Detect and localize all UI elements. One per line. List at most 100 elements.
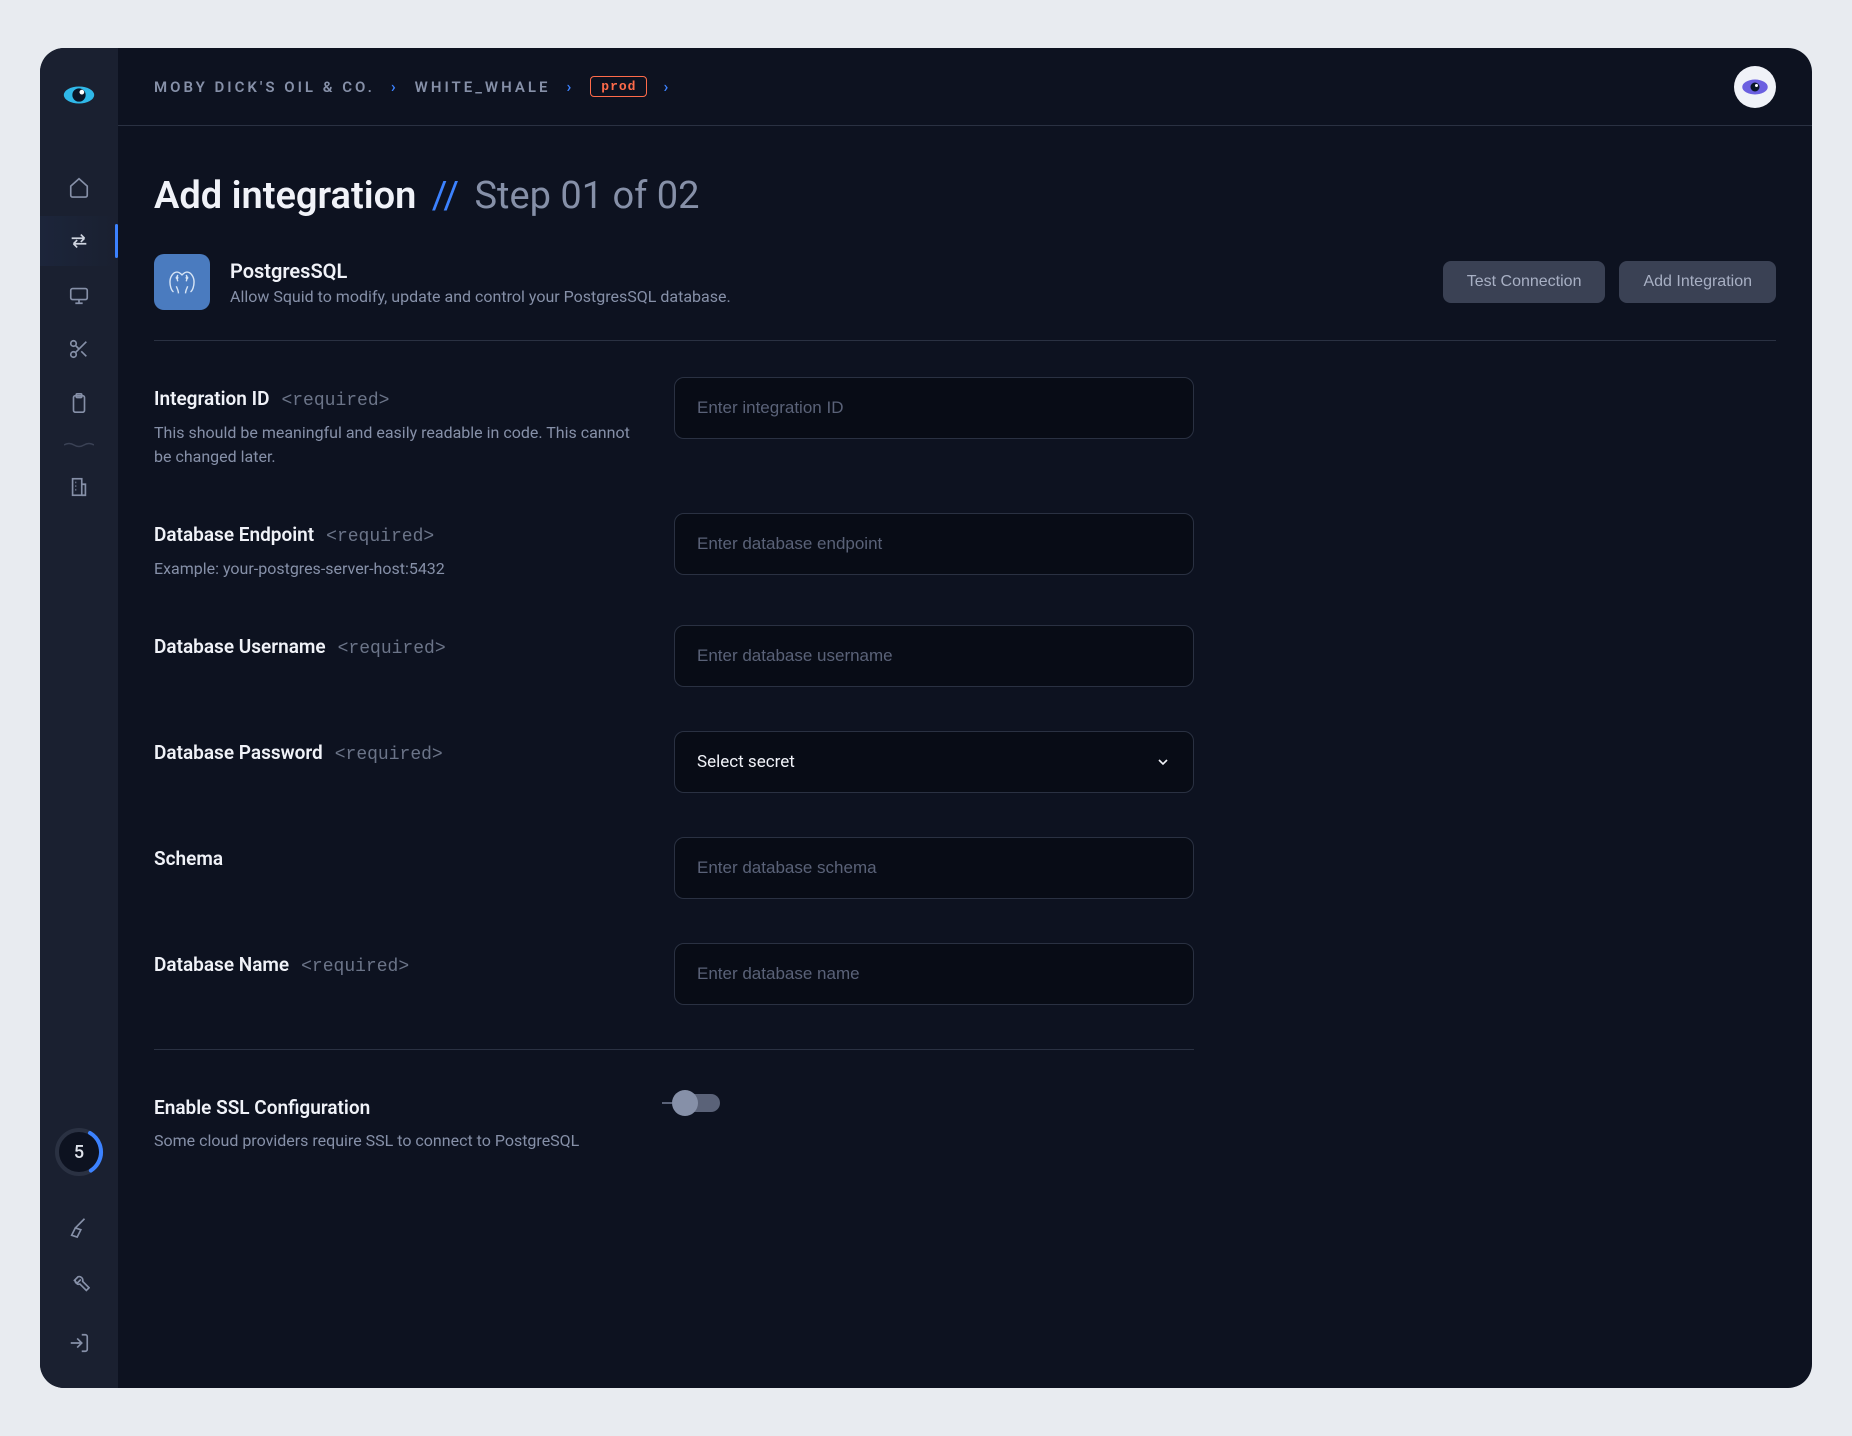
building-icon: [68, 476, 90, 498]
test-connection-button[interactable]: Test Connection: [1443, 261, 1606, 303]
chevron-right-icon: ›: [566, 77, 574, 96]
chevron-right-icon: ›: [663, 77, 671, 96]
input-col: Select secret: [674, 731, 1194, 793]
chevron-right-icon: ›: [391, 77, 399, 96]
integration-title: PostgresSQL: [230, 259, 731, 283]
login-icon: [68, 1332, 90, 1354]
row-password: Database Password <required> Select secr…: [154, 731, 1194, 793]
integration-description: Allow Squid to modify, update and contro…: [230, 287, 731, 306]
nav-settings[interactable]: [40, 1260, 118, 1310]
sidebar-divider: [64, 442, 94, 448]
avatar[interactable]: [1734, 66, 1776, 108]
postgres-icon: [154, 254, 210, 310]
endpoint-label: Database Endpoint: [154, 523, 314, 546]
content: Add integration // Step 01 of 02: [118, 126, 1812, 1388]
page-step: Step 01 of 02: [474, 174, 699, 218]
main: MOBY DICK'S OIL & CO. › WHITE_WHALE › pr…: [118, 48, 1812, 1388]
title-separator: //: [432, 174, 459, 218]
page-title-text: Add integration: [154, 174, 416, 218]
row-ssl: Enable SSL Configuration Some cloud prov…: [154, 1049, 1194, 1153]
integration-meta: PostgresSQL Allow Squid to modify, updat…: [230, 259, 731, 306]
integration-id-label: Integration ID: [154, 387, 269, 410]
input-col: [674, 943, 1194, 1005]
progress-ring-icon: [54, 1127, 104, 1177]
label-col: Schema: [154, 837, 634, 870]
nav-items: [40, 162, 118, 512]
required-tag: <required>: [335, 745, 443, 765]
nav-clipboard[interactable]: [40, 378, 118, 428]
username-input[interactable]: [674, 625, 1194, 687]
integration-header-left: PostgresSQL Allow Squid to modify, updat…: [154, 254, 731, 310]
input-col: [674, 513, 1194, 575]
nav-display[interactable]: [40, 270, 118, 320]
input-col: [674, 377, 1194, 439]
elephant-icon: [165, 265, 199, 299]
row-endpoint: Database Endpoint <required> Example: yo…: [154, 513, 1194, 581]
input-col: [674, 625, 1194, 687]
required-tag: <required>: [281, 391, 389, 411]
sidebar: 5: [40, 48, 118, 1388]
monitor-icon: [68, 284, 90, 306]
required-tag: <required>: [301, 957, 409, 977]
label-col: Database Password <required>: [154, 731, 634, 765]
tool-icon: [68, 1274, 90, 1296]
clipboard-icon: [68, 392, 90, 414]
label-col: Database Name <required>: [154, 943, 634, 977]
avatar-eye-icon: [1740, 77, 1770, 97]
required-tag: <required>: [326, 527, 434, 547]
nav-logout[interactable]: [40, 1318, 118, 1368]
label-col: Database Username <required>: [154, 625, 634, 659]
nav-building[interactable]: [40, 462, 118, 512]
row-schema: Schema: [154, 837, 1194, 899]
row-integration-id: Integration ID <required> This should be…: [154, 377, 1194, 469]
notification-badge[interactable]: 5: [57, 1130, 101, 1174]
ssl-label: Enable SSL Configuration: [154, 1096, 370, 1119]
toggle-off-indicator: [662, 1102, 672, 1104]
nav-clean[interactable]: [40, 1202, 118, 1252]
ssl-help: Some cloud providers require SSL to conn…: [154, 1129, 634, 1153]
breadcrumb-env[interactable]: prod: [590, 76, 647, 97]
endpoint-input[interactable]: [674, 513, 1194, 575]
row-username: Database Username <required>: [154, 625, 1194, 687]
page-title: Add integration // Step 01 of 02: [154, 174, 1776, 218]
nav-cut[interactable]: [40, 324, 118, 374]
label-col: Enable SSL Configuration Some cloud prov…: [154, 1086, 634, 1153]
scissors-icon: [68, 338, 90, 360]
breadcrumb: MOBY DICK'S OIL & CO. › WHITE_WHALE › pr…: [154, 76, 671, 97]
password-select[interactable]: Select secret: [674, 731, 1194, 793]
broom-icon: [68, 1216, 90, 1238]
sidebar-bottom: 5: [40, 1130, 118, 1368]
schema-input[interactable]: [674, 837, 1194, 899]
form-section: Integration ID <required> This should be…: [154, 377, 1194, 1153]
eye-logo-icon: [60, 76, 98, 114]
integration-header: PostgresSQL Allow Squid to modify, updat…: [154, 254, 1776, 341]
endpoint-help: Example: your-postgres-server-host:5432: [154, 557, 634, 581]
username-label: Database Username: [154, 635, 326, 658]
password-select-value: Select secret: [697, 752, 795, 772]
required-tag: <required>: [338, 639, 446, 659]
row-dbname: Database Name <required>: [154, 943, 1194, 1005]
logo: [60, 76, 98, 114]
nav-integrations[interactable]: [40, 216, 118, 266]
input-col: [674, 1086, 1194, 1112]
breadcrumb-project[interactable]: WHITE_WHALE: [415, 78, 551, 96]
integration-id-input[interactable]: [674, 377, 1194, 439]
home-icon: [68, 176, 90, 198]
topbar: MOBY DICK'S OIL & CO. › WHITE_WHALE › pr…: [118, 48, 1812, 126]
add-integration-button[interactable]: Add Integration: [1619, 261, 1776, 303]
swap-arrows-icon: [68, 230, 90, 252]
chevron-down-icon: [1155, 754, 1171, 770]
label-col: Database Endpoint <required> Example: yo…: [154, 513, 634, 581]
label-col: Integration ID <required> This should be…: [154, 377, 634, 469]
dbname-label: Database Name: [154, 953, 289, 976]
password-label: Database Password: [154, 741, 323, 764]
integration-id-help: This should be meaningful and easily rea…: [154, 421, 634, 469]
nav-home[interactable]: [40, 162, 118, 212]
schema-label: Schema: [154, 847, 223, 870]
dbname-input[interactable]: [674, 943, 1194, 1005]
toggle-handle: [672, 1090, 698, 1116]
breadcrumb-org[interactable]: MOBY DICK'S OIL & CO.: [154, 78, 375, 96]
app-window: 5 MOBY DICK'S OIL & CO. › WHITE_WHALE › …: [40, 48, 1812, 1388]
input-col: [674, 837, 1194, 899]
ssl-toggle[interactable]: [674, 1094, 720, 1112]
